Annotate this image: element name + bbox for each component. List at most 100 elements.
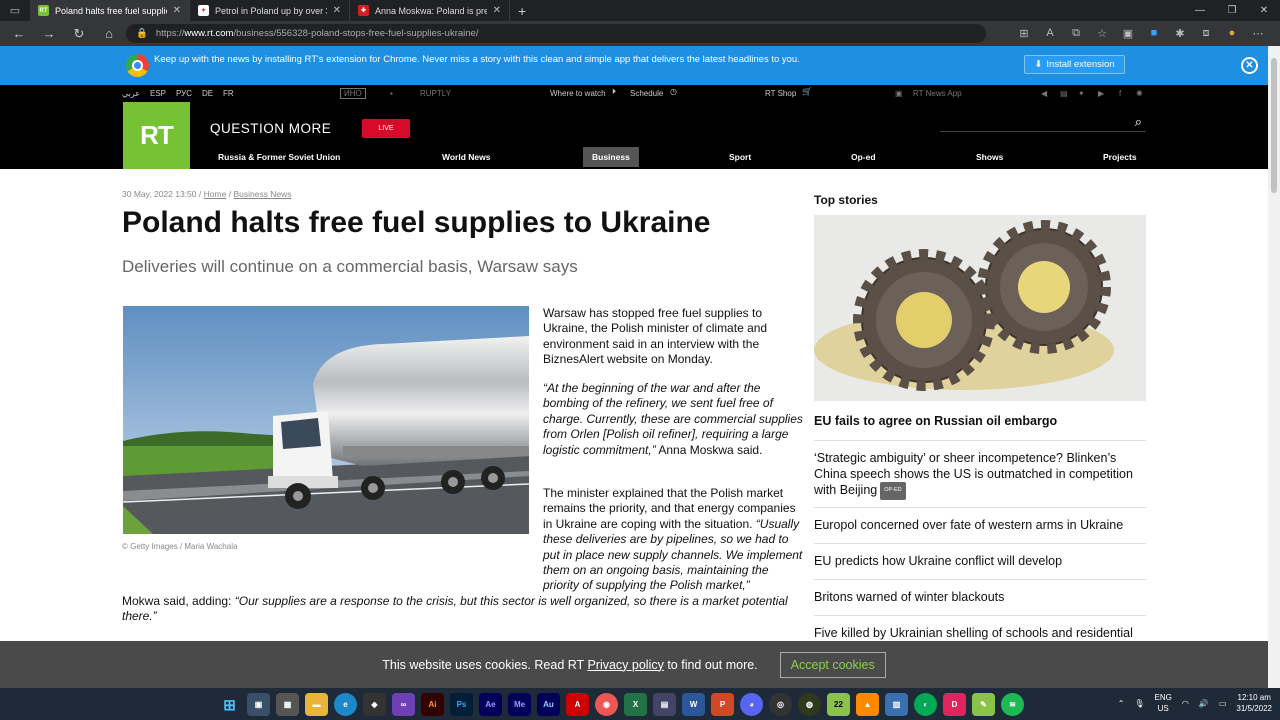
accept-cookies-button[interactable]: Accept cookies — [779, 651, 886, 678]
app-globe-icon[interactable]: ◍ — [798, 693, 821, 716]
search-input[interactable]: ⌕ — [940, 113, 1146, 132]
youtube-icon[interactable]: ▶ — [1098, 89, 1104, 98]
banner-close-icon[interactable]: ✕ — [1241, 57, 1258, 74]
puzzle-icon[interactable]: ✱ — [1172, 27, 1188, 40]
file-explorer-icon[interactable]: ▬ — [305, 693, 328, 716]
story-4[interactable]: EU predicts how Ukraine conflict will de… — [814, 543, 1146, 570]
start-icon[interactable]: ⊞ — [218, 693, 241, 716]
tab-actions-icon[interactable]: ▭ — [0, 0, 30, 21]
calculator-icon[interactable]: ▦ — [276, 693, 299, 716]
read-aloud-icon[interactable]: A — [1042, 27, 1058, 40]
breadcrumb-home[interactable]: Home — [204, 189, 227, 199]
app-d-icon[interactable]: D — [943, 693, 966, 716]
url-field[interactable]: 🔒 https://www.rt.com/business/556328-pol… — [126, 24, 986, 43]
after-effects-icon[interactable]: Ae — [479, 693, 502, 716]
illustrator-icon[interactable]: Ai — [421, 693, 444, 716]
minimize-icon[interactable]: — — [1184, 0, 1216, 21]
share-icon[interactable]: ⧉ — [1068, 27, 1084, 40]
install-extension-button[interactable]: ⬇ Install extension — [1024, 55, 1125, 74]
search-icon[interactable]: ⌕ — [1135, 114, 1142, 130]
back-icon[interactable]: ← — [6, 26, 32, 41]
close-window-icon[interactable]: ✕ — [1248, 0, 1280, 21]
nav-russia[interactable]: Russia & Former Soviet Union — [218, 152, 340, 162]
story-3[interactable]: Europol concerned over fate of western a… — [814, 507, 1146, 534]
nav-projects[interactable]: Projects — [1103, 152, 1137, 162]
editor-icon[interactable]: ✎ — [972, 693, 995, 716]
schedule-link[interactable]: Schedule — [630, 89, 663, 98]
tab-close-icon[interactable]: ✕ — [493, 5, 501, 16]
inosmi-logo[interactable]: ИНО — [340, 88, 366, 99]
clock-date[interactable]: 31/5/2022 — [1236, 704, 1272, 713]
ruptly-logo[interactable]: RUPTLY — [420, 89, 451, 98]
visual-studio-icon[interactable]: ∞ — [392, 693, 415, 716]
nav-business[interactable]: Business — [583, 147, 639, 167]
volume-icon[interactable]: 🔊 — [1199, 699, 1209, 708]
facebook-icon[interactable]: f — [1119, 89, 1121, 98]
rt-news-app-link[interactable]: RT News App — [913, 89, 962, 98]
tab-close-icon[interactable]: ✕ — [333, 5, 341, 16]
page-scrollbar[interactable] — [1268, 46, 1280, 688]
browser-globe-icon[interactable]: ◐ — [914, 693, 937, 716]
collections-icon[interactable]: ⧈ — [1198, 27, 1214, 40]
home-icon[interactable]: ⌂ — [96, 26, 122, 41]
extension-icon[interactable]: ▣ — [1120, 27, 1136, 40]
maximize-icon[interactable]: ❐ — [1216, 0, 1248, 21]
battery-icon[interactable]: ▭ — [1219, 699, 1227, 708]
spotify-icon[interactable]: ≋ — [1001, 693, 1024, 716]
lang-arabic[interactable]: عربي — [122, 89, 140, 98]
photos-icon[interactable]: ▣ — [247, 693, 270, 716]
edge-icon[interactable]: e — [334, 693, 357, 716]
acrobat-icon[interactable]: A — [566, 693, 589, 716]
audition-icon[interactable]: Au — [537, 693, 560, 716]
lang-esp[interactable]: ESP — [150, 89, 166, 98]
lang-rus[interactable]: РУС — [176, 89, 192, 98]
tab-moskwa-article[interactable]: ✚ Anna Moskwa: Poland is prepare ✕ — [350, 0, 510, 21]
rt-mini-icon[interactable]: ▪ — [390, 89, 393, 98]
new-tab-button[interactable]: + — [510, 0, 534, 21]
favorite-icon[interactable]: ☆ — [1094, 27, 1110, 40]
blender-icon[interactable]: ◉ — [595, 693, 618, 716]
notepad-icon[interactable]: ▥ — [885, 693, 908, 716]
obs-icon[interactable]: ◎ — [769, 693, 792, 716]
where-to-watch-link[interactable]: Where to watch — [550, 89, 606, 98]
wifi-icon[interactable]: ◠ — [1182, 699, 1189, 708]
twitter-icon[interactable]: ✦ — [1078, 89, 1085, 98]
lang-code[interactable]: ENG — [1155, 693, 1172, 702]
word-icon[interactable]: W — [682, 693, 705, 716]
nav-op-ed[interactable]: Op-ed — [851, 152, 876, 162]
odnoklassniki-icon[interactable]: ✺ — [1136, 89, 1143, 98]
breadcrumb-business-news[interactable]: Business News — [233, 189, 291, 199]
profile-avatar-icon[interactable]: ● — [1224, 27, 1240, 40]
lang-fr[interactable]: FR — [223, 89, 234, 98]
tray-chevron-icon[interactable]: ⌃ — [1118, 699, 1125, 708]
lang-region[interactable]: US — [1158, 704, 1169, 713]
story-2[interactable]: ‘Strategic ambiguity’ or sheer incompete… — [814, 440, 1146, 500]
clock-time[interactable]: 12:10 am — [1238, 693, 1271, 702]
reload-icon[interactable]: ↻ — [66, 26, 92, 42]
extension-blue-icon[interactable]: ■ — [1146, 27, 1162, 40]
story-1[interactable]: EU fails to agree on Russian oil embargo — [814, 414, 1146, 430]
vlc-icon[interactable]: ▲ — [856, 693, 879, 716]
excel-icon[interactable]: X — [624, 693, 647, 716]
powerpoint-icon[interactable]: P — [711, 693, 734, 716]
telegram-icon[interactable]: ◀ — [1041, 89, 1047, 98]
forward-icon[interactable]: → — [36, 26, 62, 41]
fuel-truck-photo[interactable] — [123, 306, 529, 534]
nav-sport[interactable]: Sport — [729, 152, 751, 162]
menu-dots-icon[interactable]: ⋯ — [1250, 27, 1266, 40]
discord-icon[interactable]: ◕ — [740, 693, 763, 716]
scrollbar-thumb[interactable] — [1271, 58, 1277, 193]
tab-petrol-article[interactable]: ✦ Petrol in Poland up by over 35% ✕ — [190, 0, 350, 21]
gears-photo[interactable] — [814, 215, 1146, 401]
nav-shows[interactable]: Shows — [976, 152, 1003, 162]
live-button[interactable]: LIVE — [362, 119, 410, 138]
unity-icon[interactable]: ◆ — [363, 693, 386, 716]
story-6[interactable]: Five killed by Ukrainian shelling of sch… — [814, 615, 1146, 642]
story-5[interactable]: Britons warned of winter blackouts — [814, 579, 1146, 606]
photoshop-icon[interactable]: Ps — [450, 693, 473, 716]
tab-close-icon[interactable]: ✕ — [173, 5, 181, 16]
nav-world-news[interactable]: World News — [442, 152, 491, 162]
word-pad-icon[interactable]: ▤ — [653, 693, 676, 716]
vk-icon[interactable]: ▤ — [1060, 89, 1068, 98]
microphone-icon[interactable]: 🎙 — [1134, 699, 1144, 708]
